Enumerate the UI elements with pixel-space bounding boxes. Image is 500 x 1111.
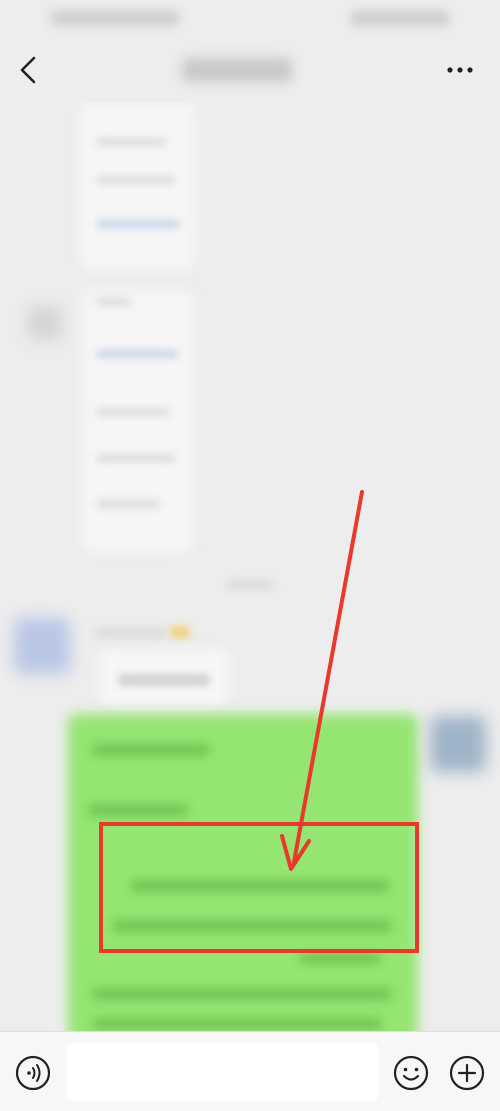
blurred-text-line: [92, 1018, 382, 1030]
more-functions-button[interactable]: [448, 1054, 486, 1092]
ellipsis-icon: [447, 67, 473, 73]
blurred-sender-avatar: [14, 618, 70, 674]
blurred-sender-name: [94, 628, 166, 638]
blurred-text-line: [96, 138, 166, 146]
message-input-bar: [0, 1031, 500, 1111]
blurred-text-line: [96, 454, 176, 462]
status-time-blurred: [50, 10, 180, 26]
chat-title-blurred: [182, 58, 292, 82]
blurred-text-line: [88, 804, 188, 816]
voice-input-button[interactable]: [14, 1054, 52, 1092]
blurred-text-line: [92, 744, 210, 756]
blurred-text-line: [300, 952, 380, 964]
blurred-text-line: [96, 350, 178, 358]
chat-message-list[interactable]: [0, 102, 500, 1032]
blurred-text-line: [96, 220, 180, 228]
blurred-text-line: [118, 674, 210, 686]
blurred-text-line: [96, 176, 176, 184]
blurred-text-line: [130, 880, 390, 892]
smiley-face-icon: [393, 1055, 429, 1091]
chevron-left-icon: [20, 56, 36, 84]
chat-title-bar: [0, 38, 500, 102]
blurred-sender-badge: [170, 626, 190, 638]
back-button[interactable]: [10, 50, 50, 90]
blurred-own-avatar: [430, 716, 486, 772]
voice-wave-icon: [15, 1055, 51, 1091]
emoji-button[interactable]: [392, 1054, 430, 1092]
plus-circle-icon: [449, 1055, 485, 1091]
blurred-timestamp: [226, 580, 274, 590]
message-text-input[interactable]: [66, 1043, 378, 1101]
blurred-message-card: [80, 102, 195, 270]
blurred-text-line: [92, 988, 392, 1000]
blurred-message-card: [82, 290, 194, 552]
status-bar: [0, 0, 500, 38]
blurred-text-line: [112, 920, 392, 932]
blurred-text-line: [96, 500, 160, 508]
blurred-text-line: [96, 408, 170, 416]
blurred-avatar: [28, 306, 62, 340]
status-indicators-blurred: [350, 10, 450, 26]
blurred-text-line: [96, 298, 132, 306]
more-options-button[interactable]: [440, 50, 480, 90]
outgoing-message-bubble[interactable]: [68, 714, 418, 1032]
